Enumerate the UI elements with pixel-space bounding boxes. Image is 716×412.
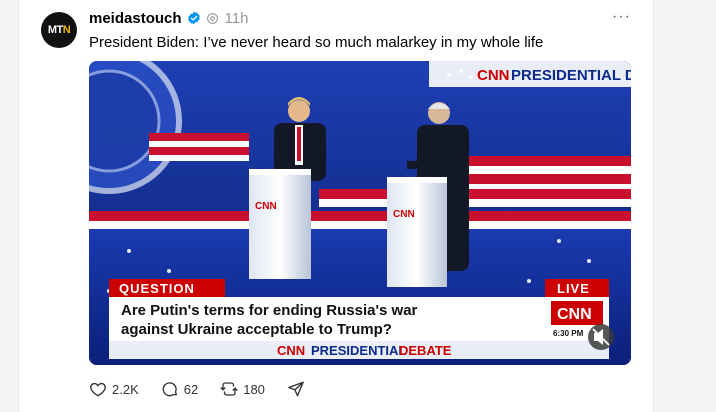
comment-count: 62 — [183, 381, 199, 397]
post-card: MTN meidastouch 11h ··· President Biden:… — [18, 0, 654, 412]
post-text: President Biden: I’ve never heard so muc… — [89, 34, 544, 51]
verified-icon — [187, 11, 200, 25]
username[interactable]: meidastouch — [89, 10, 182, 27]
repost-button[interactable]: 180 — [220, 380, 265, 398]
post-time[interactable]: 11h — [225, 10, 249, 27]
action-bar: 2.2K 62 180 — [89, 380, 332, 398]
podium-left — [249, 169, 311, 279]
threads-icon — [206, 12, 218, 24]
ticker-title-b: DEBATE — [399, 343, 452, 358]
comment-button[interactable]: 62 — [161, 380, 198, 398]
heart-icon — [90, 382, 106, 397]
live-badge: LIVE — [557, 281, 590, 296]
more-options-button[interactable]: ··· — [612, 8, 631, 26]
video-frame: CNN PRESIDENTIAL DEBATE — [89, 61, 631, 365]
mute-button[interactable] — [588, 324, 614, 350]
svg-text:CNN: CNN — [255, 201, 277, 212]
comment-icon — [162, 382, 177, 397]
avatar-text: MT — [47, 24, 63, 36]
avatar[interactable]: MTN — [41, 12, 77, 48]
repost-icon — [220, 382, 238, 396]
svg-text:CNN: CNN — [557, 306, 592, 323]
repost-count: 180 — [243, 381, 265, 397]
backdrop-cnn-logo: CNN — [477, 67, 510, 84]
question-tag: QUESTION — [119, 281, 195, 296]
video-player[interactable]: CNN PRESIDENTIAL DEBATE — [89, 61, 631, 365]
backdrop-title: PRESIDENTIAL DEBATE — [511, 67, 631, 84]
ticker-cnn-logo: CNN — [277, 343, 305, 358]
avatar-text-accent: N — [62, 24, 71, 36]
post-header: meidastouch 11h — [89, 8, 248, 28]
question-line-2: against Ukraine acceptable to Trump? — [121, 321, 392, 338]
podium-right — [387, 177, 447, 287]
ticker-title-a: PRESIDENTIAL — [311, 343, 406, 358]
like-count: 2.2K — [112, 381, 139, 397]
share-button[interactable] — [287, 380, 310, 398]
question-line-1: Are Putin's terms for ending Russia's wa… — [121, 302, 418, 319]
svg-text:CNN: CNN — [393, 209, 415, 220]
like-button[interactable]: 2.2K — [89, 380, 139, 398]
send-icon — [288, 381, 304, 397]
broadcast-clock: 6:30 PM — [553, 329, 584, 338]
